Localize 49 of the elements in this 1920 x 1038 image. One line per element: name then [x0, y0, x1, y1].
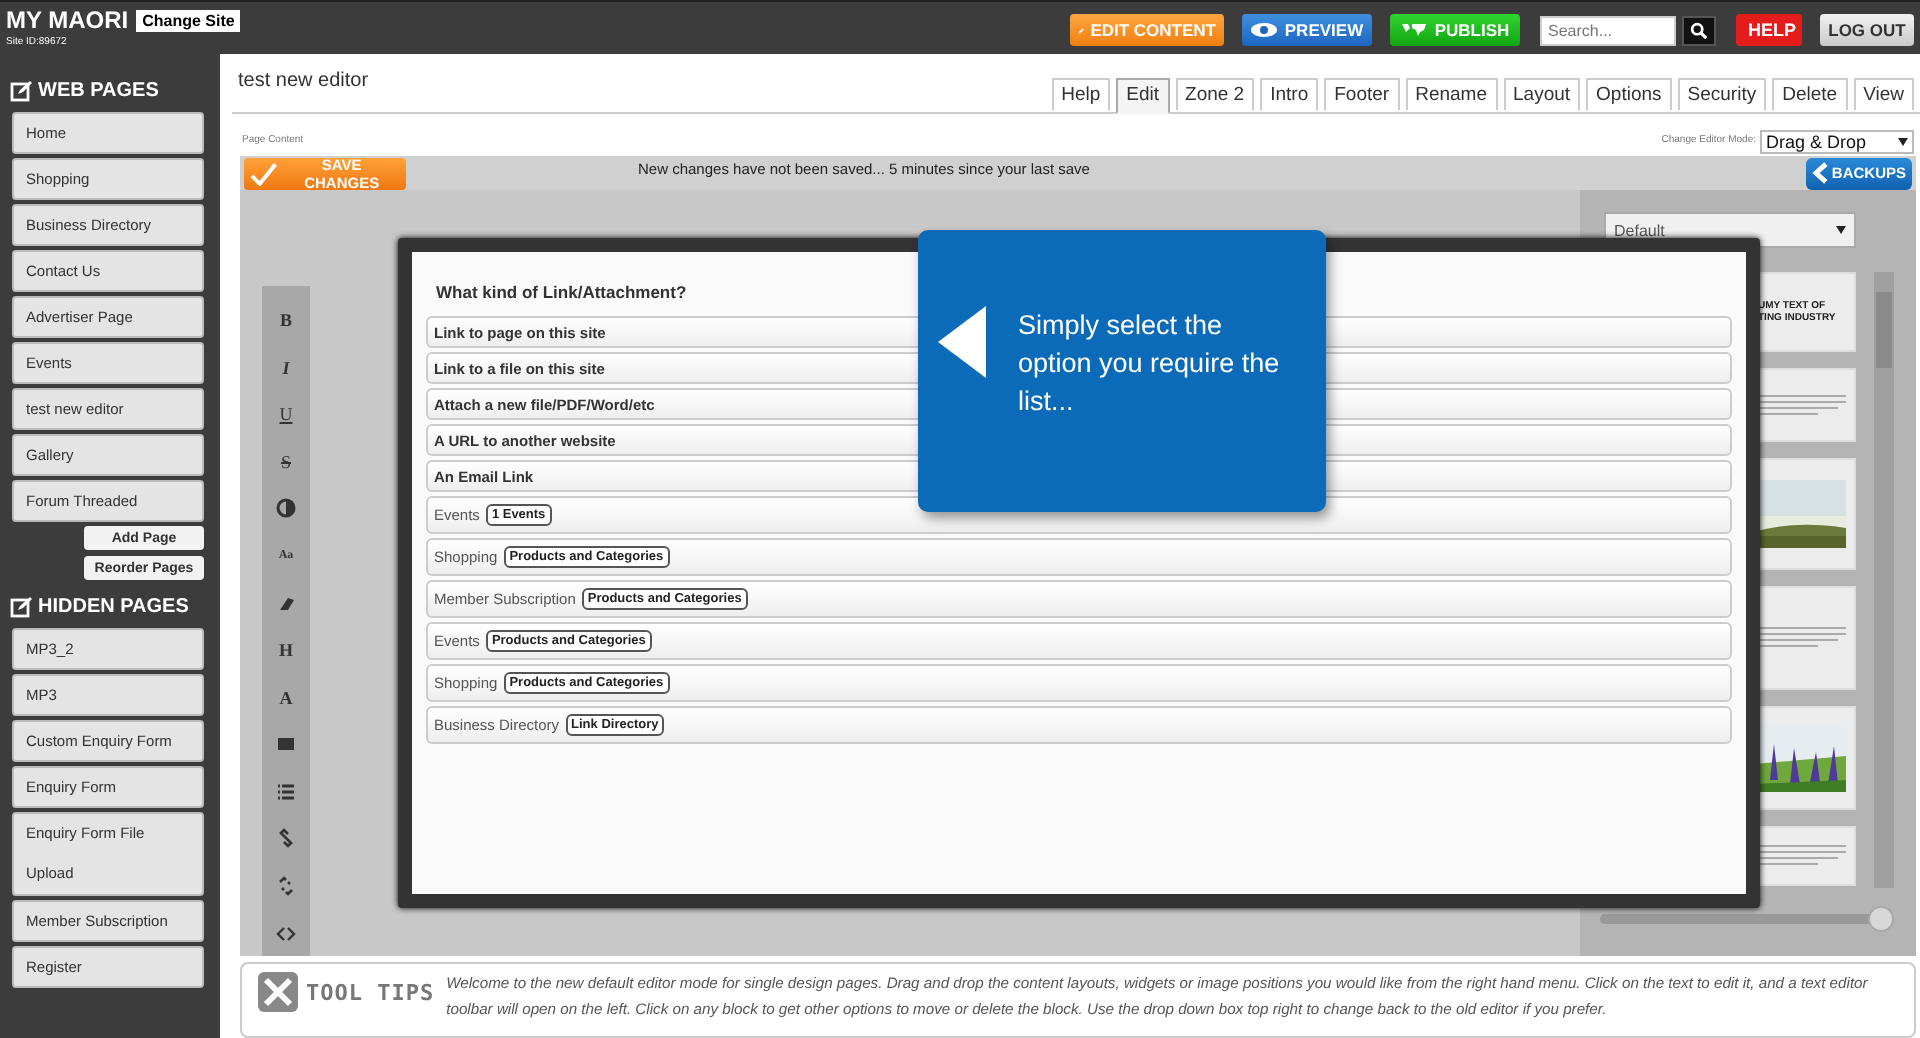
tab[interactable]: Footer — [1324, 77, 1400, 110]
eye-icon — [1250, 22, 1279, 38]
tool-tips-title: TOOL TIPS — [306, 979, 435, 1006]
section-heading: HIDDEN PAGES — [38, 595, 189, 617]
tab[interactable]: Intro — [1260, 77, 1319, 110]
contrast-icon[interactable] — [276, 498, 296, 519]
code-icon[interactable] — [276, 923, 296, 944]
chevron-left-icon — [1812, 162, 1828, 185]
search-field[interactable]: Search... — [1540, 15, 1676, 45]
tab[interactable]: Delete — [1772, 77, 1848, 110]
tab[interactable]: Layout — [1503, 77, 1581, 110]
page-title: test new editor — [238, 69, 369, 92]
block-icon[interactable] — [276, 734, 296, 755]
tab[interactable]: View — [1853, 77, 1914, 110]
tab[interactable]: Help — [1051, 77, 1111, 110]
format-button[interactable]: I — [266, 343, 306, 391]
editor-mode-select[interactable]: Drag & Drop — [1760, 130, 1914, 155]
tab[interactable]: Zone 2 — [1175, 77, 1255, 110]
text-lines-drawing — [1758, 391, 1846, 420]
text-lines-drawing — [1758, 624, 1846, 653]
tab[interactable]: Rename — [1405, 77, 1497, 110]
caret-icon — [1898, 138, 1908, 147]
edit-icon — [10, 79, 32, 101]
dialog-title: What kind of Link/Attachment? — [436, 282, 689, 303]
preview-button[interactable]: PREVIEW — [1242, 14, 1372, 46]
logout-button[interactable]: LOG OUT — [1820, 14, 1914, 46]
world-map-icon — [1400, 22, 1429, 38]
caret-icon — [1836, 226, 1846, 235]
tab[interactable]: Edit — [1116, 77, 1170, 114]
text-lines-drawing — [1758, 842, 1846, 871]
tab[interactable]: Security — [1677, 77, 1767, 110]
change-site-button[interactable]: Change Site — [136, 9, 241, 31]
check-icon — [250, 161, 278, 186]
eraser-icon[interactable] — [276, 593, 296, 614]
format-button[interactable]: S — [266, 438, 306, 486]
list-icon[interactable] — [276, 781, 296, 802]
edit-icon — [10, 595, 32, 617]
left-triangle-icon — [938, 306, 986, 379]
search-icon — [1690, 21, 1708, 39]
slider-thumb[interactable] — [1868, 906, 1894, 933]
format-button[interactable]: A — [266, 673, 306, 721]
site-name: MY MAORI — [6, 6, 129, 34]
search-button[interactable] — [1682, 15, 1716, 45]
format-button[interactable]: B — [266, 296, 306, 344]
help-button[interactable]: HELP — [1736, 14, 1802, 46]
tab[interactable]: Options — [1586, 77, 1672, 110]
section-heading: WEB PAGES — [38, 79, 159, 101]
format-button[interactable]: U — [266, 390, 306, 438]
format-button[interactable]: H — [266, 626, 306, 674]
